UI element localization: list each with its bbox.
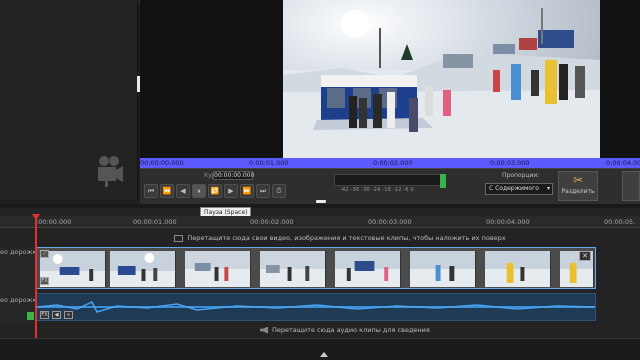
audio-waveform[interactable]: [36, 293, 596, 321]
timeline-ruler-tick: 00:00:01.000: [133, 218, 177, 226]
audio-drop-hint-text: Перетащите сюда аудио клипы для сведения: [272, 326, 430, 334]
split-label: Разделить: [561, 188, 595, 195]
preview-ruler-tick: 00:00:00.000: [140, 159, 184, 167]
next-frame-button[interactable]: ⏩: [240, 184, 254, 198]
chevron-down-icon: ▾: [546, 185, 550, 192]
extra-tool-button[interactable]: [622, 171, 640, 201]
clip-thumbnail: [185, 251, 251, 287]
clip-thumbnail: [335, 251, 401, 287]
video-drop-hint: Перетащите сюда свои видео, изображения …: [140, 232, 540, 244]
go-end-icon: ⏭: [259, 187, 267, 195]
track-color-indicator: [27, 312, 34, 320]
loop-icon: 🔁: [210, 187, 220, 195]
go-start-icon: ⏮: [147, 187, 155, 195]
loop-button[interactable]: 🔁: [208, 184, 222, 198]
waveform-graphic: [36, 301, 596, 313]
link-icon[interactable]: ∞: [64, 311, 73, 319]
timeline-ruler-tick: 00:00:04.000: [486, 218, 530, 226]
playback-controls: Курсор: 00:00:00.000 ⏮ ⏪ ◀ ⏸ 🔁 ▶ ⏩ ⏭ ⏱ -…: [140, 168, 640, 204]
preview-ruler-tick: 0:00:02.000: [373, 159, 413, 167]
clip-fx-button[interactable]: FX: [40, 277, 49, 285]
split-button[interactable]: ✂ Разделить: [558, 171, 598, 201]
pause-icon: ⏸: [197, 187, 201, 195]
aspect-ratio-select[interactable]: С Содержимого ▾: [485, 183, 553, 195]
audio-drop-hint: Перетащите сюда аудио клипы для сведения: [260, 324, 560, 336]
clip-thumbnail: [485, 251, 551, 287]
audio-level-meter: [334, 174, 442, 186]
timeline-ruler-tick: 00:00:03.000: [368, 218, 412, 226]
aspect-ratio-value: С Содержимого: [489, 185, 539, 192]
video-camera-icon: [98, 156, 123, 187]
meter-scale: -42 -36 -30 -24 -18 -12 -6 0: [340, 187, 414, 193]
timeline-ruler-tick: 00:00:02.000: [250, 218, 294, 226]
play-button[interactable]: ▶: [224, 184, 238, 198]
timer-icon: ⏱: [276, 187, 282, 195]
audio-level-indicator: [440, 174, 446, 188]
play-icon: ▶: [228, 187, 234, 195]
timeline-separator: [0, 204, 640, 208]
timeline-ruler[interactable]: :00:00.000 00:00:01.000 00:00:02.000 00:…: [0, 216, 640, 228]
preview-ruler-tick: 0:00:03.000: [490, 159, 530, 167]
video-drop-hint-text: Перетащите сюда свои видео, изображения …: [187, 234, 506, 242]
next-frame-icon: ⏩: [242, 187, 252, 195]
timeline-ruler-tick: 00:00:05.: [604, 218, 636, 226]
expand-panel-icon[interactable]: [320, 352, 328, 357]
playhead[interactable]: [35, 214, 37, 338]
speaker-icon: [260, 326, 268, 334]
clip-thumbnail: [260, 251, 326, 287]
go-end-button[interactable]: ⏭: [256, 184, 270, 198]
clip-thumbnail: [110, 251, 176, 287]
preview-ruler[interactable]: 00:00:00.000 0:00:01.000 0:00:02.000 0:0…: [140, 158, 640, 168]
image-icon: [174, 234, 184, 242]
playhead-marker[interactable]: [32, 214, 40, 220]
clip-thumbnail: [410, 251, 476, 287]
audio-fx-button[interactable]: FX: [40, 311, 49, 319]
prev-frame-button[interactable]: ⏪: [160, 184, 174, 198]
step-back-icon: ◀: [180, 187, 186, 195]
video-preview[interactable]: [283, 0, 600, 158]
prev-frame-icon: ⏪: [162, 187, 172, 195]
clip-thumbnail: [40, 251, 106, 287]
resize-handle[interactable]: [316, 200, 326, 203]
timer-button[interactable]: ⏱: [272, 184, 286, 198]
preview-ruler-tick: 0:00:01.000: [249, 159, 289, 167]
go-start-button[interactable]: ⏮: [144, 184, 158, 198]
volume-icon[interactable]: ◀: [52, 311, 61, 319]
pause-button[interactable]: ⏸: [192, 184, 206, 198]
preview-ruler-tick: 0:00:04.000: [606, 159, 640, 167]
clip-edit-icon[interactable]: ⟋: [40, 250, 49, 258]
step-back-button[interactable]: ◀: [176, 184, 190, 198]
scissors-icon: ✂: [572, 173, 584, 187]
clip-remove-icon[interactable]: ✕: [579, 251, 591, 261]
timeline-ruler-tick: :00:00.000: [36, 218, 72, 226]
cursor-position-field[interactable]: 00:00:00.000: [213, 171, 254, 180]
aspect-ratio-label: Пропорции:: [502, 172, 540, 179]
video-clip[interactable]: ⟋ FX ✕: [36, 247, 596, 289]
